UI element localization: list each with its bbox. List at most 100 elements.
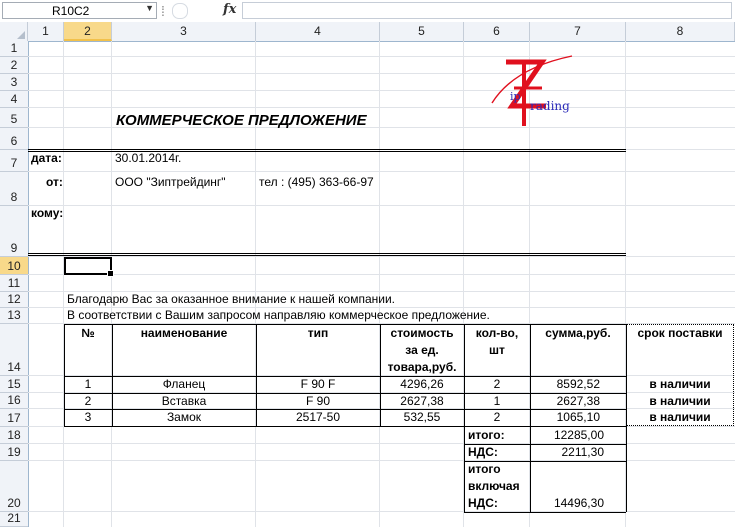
grid-row-line <box>28 256 735 257</box>
row-header-19[interactable]: 19 <box>0 444 28 461</box>
row-header-3[interactable]: 3 <box>0 74 28 91</box>
row-num: 1 <box>84 377 92 391</box>
column-header-4[interactable]: 4 <box>256 22 380 41</box>
date-label: дата: <box>31 151 62 165</box>
row-type: F 90 F <box>300 377 336 391</box>
row-header-7[interactable]: 7 <box>0 150 28 172</box>
row-header-bar: 1 2 3 4 5 6 7 8 9 10 11 12 13 14 15 16 17 18 19 20 21 <box>0 41 29 527</box>
row-header-13[interactable]: 13 <box>0 308 28 324</box>
table-border <box>64 426 626 427</box>
intro-line-1: Благодарю Вас за оказанное внимание к на… <box>67 292 396 306</box>
row-num: 2 <box>84 394 92 408</box>
row-name: Фланец <box>162 377 206 391</box>
header-sum: сумма,руб. <box>545 326 611 340</box>
row-qty: 2 <box>493 410 501 424</box>
to-label: кому: <box>31 206 64 220</box>
row-header-6[interactable]: 6 <box>0 128 28 150</box>
header-delivery: срок поставки <box>637 326 723 340</box>
header-qty-line: кол-во, <box>475 326 519 340</box>
row-header-17[interactable]: 17 <box>0 409 28 427</box>
column-header-8[interactable]: 8 <box>626 22 735 41</box>
grid-row-line <box>28 274 735 275</box>
header-price-line: товара,руб. <box>387 360 457 374</box>
name-box-value: R10C2 <box>52 4 90 18</box>
row-delivery: в наличии <box>649 377 711 391</box>
select-all-corner[interactable] <box>0 22 28 41</box>
row-header-15[interactable]: 15 <box>0 376 28 393</box>
column-header-2[interactable]: 2 <box>64 22 112 41</box>
row-header-4[interactable]: 4 <box>0 91 28 108</box>
row-header-1[interactable]: 1 <box>0 41 28 57</box>
grand-label-1: итого <box>468 462 501 476</box>
intro-line-2: В соответствии с Вашим запросом направля… <box>67 308 490 322</box>
logo-text-rading: rading <box>530 99 570 113</box>
header-price-line: за ед. <box>405 343 439 357</box>
header-price-line: стоимость <box>390 326 454 340</box>
from-value: ООО "Зиптрейдинг" <box>115 175 226 189</box>
row-num: 3 <box>84 410 92 424</box>
grand-value: 14496,30 <box>553 496 604 510</box>
row-header-12[interactable]: 12 <box>0 292 28 308</box>
row-sum: 2627,38 <box>556 394 600 408</box>
column-header-bar: 12345678 <box>0 22 735 42</box>
table-border <box>464 426 465 512</box>
row-header-5[interactable]: 5 <box>0 108 28 128</box>
row-price: 532,55 <box>403 410 441 424</box>
grid-row-line <box>28 171 735 172</box>
table-border <box>64 324 626 325</box>
circle-icon <box>172 3 188 19</box>
column-header-1[interactable]: 1 <box>28 22 64 41</box>
formula-input[interactable] <box>242 2 732 19</box>
grand-label-2: включая <box>468 479 520 493</box>
row-price: 2627,38 <box>400 394 444 408</box>
function-icon[interactable]: fx <box>223 2 236 17</box>
row-header-8[interactable]: 8 <box>0 172 28 206</box>
row-price: 4296,26 <box>400 377 444 391</box>
column-header-3[interactable]: 3 <box>112 22 256 41</box>
row-header-21[interactable]: 21 <box>0 511 28 527</box>
row-type: F 90 <box>305 394 330 408</box>
logo-text-ip: ip <box>510 90 521 103</box>
grid-row-line <box>28 511 735 512</box>
vat-value: 2211,30 <box>561 445 605 459</box>
total-label: итого: <box>468 428 505 442</box>
header-qty-line: шт <box>489 343 505 357</box>
phone-value: тел : (495) 363-66-97 <box>259 175 374 189</box>
grid-col-line <box>63 41 64 527</box>
row-type: 2517-50 <box>295 410 341 424</box>
row-name: Замок <box>166 410 202 424</box>
row-delivery: в наличии <box>649 410 711 424</box>
formula-bar-divider: ⁞ <box>161 3 165 19</box>
row-header-2[interactable]: 2 <box>0 57 28 74</box>
chevron-down-icon[interactable]: ▼ <box>145 3 154 13</box>
total-value: 12285,00 <box>553 428 604 442</box>
column-header-5[interactable]: 5 <box>380 22 464 41</box>
row-header-14[interactable]: 14 <box>0 324 28 376</box>
grid-row-line <box>28 443 735 444</box>
row-header-9[interactable]: 9 <box>0 206 28 257</box>
name-box[interactable]: R10C2 ▼ <box>2 2 157 19</box>
row-sum: 8592,52 <box>556 377 600 391</box>
row-header-10[interactable]: 10 <box>0 257 28 275</box>
row-header-18[interactable]: 18 <box>0 427 28 444</box>
grid-row-line <box>28 73 735 74</box>
table-border <box>464 512 626 513</box>
row-header-20[interactable]: 20 <box>0 461 28 512</box>
header-type: тип <box>307 326 329 340</box>
column-header-7[interactable]: 7 <box>530 22 626 41</box>
offer-title: КОММЕРЧЕСКОЕ ПРЕДЛОЖЕНИЕ <box>116 112 367 129</box>
formula-bar: R10C2 ▼ ⁞ fx <box>0 0 735 23</box>
date-value: 30.01.2014г. <box>115 151 182 165</box>
grid-row-line <box>28 90 735 91</box>
grid-row-line <box>28 107 735 108</box>
row-header-16[interactable]: 16 <box>0 393 28 409</box>
from-label: от: <box>46 175 63 189</box>
row-name: Вставка <box>161 394 207 408</box>
column-header-6[interactable]: 6 <box>464 22 530 41</box>
selected-cell[interactable] <box>64 257 114 277</box>
row-header-11[interactable]: 11 <box>0 275 28 292</box>
grid-col-line <box>379 41 380 527</box>
vat-label: НДС: <box>468 445 498 459</box>
row-qty: 2 <box>493 377 501 391</box>
row-qty: 1 <box>493 394 501 408</box>
